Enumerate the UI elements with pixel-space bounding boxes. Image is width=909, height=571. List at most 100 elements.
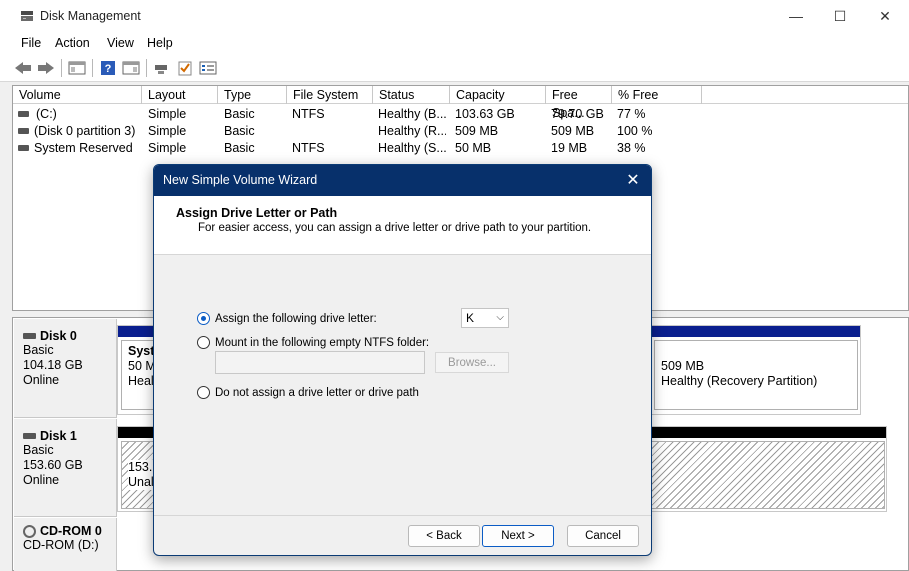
- radio-unselected-icon[interactable]: [197, 336, 210, 349]
- radio-mount-folder[interactable]: Mount in the following empty NTFS folder…: [197, 336, 429, 349]
- disk-1-label[interactable]: Disk 1 Basic 153.60 GB Online: [14, 419, 117, 517]
- cell-free-space: 79.70 GB: [551, 107, 604, 121]
- disk-size: 153.60 GB: [23, 458, 83, 472]
- partition-status: Healthy (Recovery Partition): [661, 374, 818, 388]
- cell-volume: (Disk 0 partition 3): [34, 124, 136, 138]
- cell-capacity: 509 MB: [455, 124, 499, 138]
- cancel-button[interactable]: Cancel: [567, 525, 639, 547]
- column-header-capacity[interactable]: Capacity: [450, 86, 546, 104]
- wizard-subtitle: For easier access, you can assign a driv…: [198, 222, 592, 234]
- cell-capacity: 50 MB: [455, 141, 492, 155]
- cell-volume: System Reserved: [34, 141, 133, 155]
- disk-management-icon: [21, 11, 33, 21]
- cell-percent-free: 77 %: [617, 107, 646, 121]
- column-header-file-system[interactable]: File System: [287, 86, 373, 104]
- partition-size: 509 MB: [661, 359, 705, 373]
- menu-bar: File Action View Help: [0, 32, 909, 54]
- wizard-footer: < Back Next > Cancel: [154, 515, 651, 555]
- cell-file-system: NTFS: [292, 107, 325, 121]
- cell-layout: Simple: [148, 124, 187, 138]
- table-row[interactable]: System Reserved Simple Basic NTFS Health…: [13, 140, 908, 157]
- column-header-status[interactable]: Status: [373, 86, 450, 104]
- disk-name: Disk 1: [40, 429, 77, 443]
- wizard-title: New Simple Volume Wizard: [163, 173, 318, 187]
- radio-unselected-icon[interactable]: [197, 386, 210, 399]
- cell-type: Basic: [224, 107, 255, 121]
- hard-disk-icon: [23, 333, 36, 339]
- minimize-button[interactable]: —: [773, 0, 819, 32]
- back-arrow-icon[interactable]: [14, 59, 32, 77]
- help-icon[interactable]: ?: [99, 59, 117, 77]
- cell-layout: Simple: [148, 107, 187, 121]
- next-button[interactable]: Next >: [482, 525, 554, 547]
- recovery-partition[interactable]: 509 MB Healthy (Recovery Partition): [654, 340, 858, 410]
- toolbar-separator: [92, 59, 93, 77]
- cell-free-space: 19 MB: [551, 141, 588, 155]
- radio-label: Assign the following drive letter:: [215, 312, 377, 325]
- cell-type: Basic: [224, 141, 255, 155]
- radio-assign-letter[interactable]: Assign the following drive letter:: [197, 312, 377, 325]
- toolbar: ?: [0, 54, 909, 82]
- drive-letter-select[interactable]: K ⌵: [461, 308, 509, 328]
- column-header-percent-free[interactable]: % Free: [612, 86, 702, 104]
- column-header-type[interactable]: Type: [218, 86, 287, 104]
- radio-no-letter[interactable]: Do not assign a drive letter or drive pa…: [197, 386, 419, 399]
- menu-view[interactable]: View: [107, 36, 134, 50]
- cell-status: Healthy (B...: [378, 107, 446, 121]
- connect-disk-icon[interactable]: [153, 59, 171, 77]
- disk-name: Disk 0: [40, 329, 77, 343]
- cell-file-system: NTFS: [292, 141, 325, 155]
- cell-capacity: 103.63 GB: [455, 107, 515, 121]
- toolbar-separator: [146, 59, 147, 77]
- disk-type: Basic: [23, 343, 54, 357]
- cell-volume: (C:): [36, 107, 57, 121]
- cell-status: Healthy (R...: [378, 124, 446, 138]
- hard-disk-icon: [23, 433, 36, 439]
- menu-help[interactable]: Help: [147, 36, 173, 50]
- toolbar-separator: [61, 59, 62, 77]
- mount-path-input[interactable]: [215, 351, 425, 374]
- cdrom-0-label[interactable]: CD-ROM 0 CD-ROM (D:): [14, 518, 117, 571]
- cell-free-space: 509 MB: [551, 124, 595, 138]
- column-header-layout[interactable]: Layout: [142, 86, 218, 104]
- cdrom-name: CD-ROM 0: [40, 524, 102, 538]
- column-header-free-space[interactable]: Free Spa...: [546, 86, 612, 120]
- volume-list-header: Volume Layout Type File System Status Ca…: [13, 86, 908, 120]
- disk-size: 104.18 GB: [23, 358, 83, 372]
- browse-button[interactable]: Browse...: [435, 352, 509, 373]
- title-bar: Disk Management — ☐ ✕: [0, 0, 909, 32]
- menu-file[interactable]: File: [21, 36, 41, 50]
- table-row[interactable]: (C:) Simple Basic NTFS Healthy (B... 103…: [13, 106, 908, 123]
- cell-percent-free: 38 %: [617, 141, 646, 155]
- wizard-title-bar: New Simple Volume Wizard ✕: [154, 165, 651, 196]
- checklist-icon[interactable]: [176, 59, 194, 77]
- show-hide-action-pane-icon[interactable]: [122, 59, 140, 77]
- back-button[interactable]: < Back: [408, 525, 480, 547]
- wizard-close-button[interactable]: ✕: [621, 169, 645, 191]
- new-simple-volume-wizard: New Simple Volume Wizard ✕ Assign Drive …: [153, 164, 652, 556]
- wizard-header: Assign Drive Letter or Path For easier a…: [154, 196, 651, 255]
- disk-state: Online: [23, 373, 60, 387]
- close-button[interactable]: ✕: [862, 0, 908, 32]
- forward-arrow-icon[interactable]: [37, 59, 55, 77]
- table-row[interactable]: (Disk 0 partition 3) Simple Basic Health…: [13, 123, 908, 140]
- drive-icon: [18, 145, 29, 151]
- show-hide-console-tree-icon[interactable]: [68, 59, 86, 77]
- chevron-down-icon: ⌵: [496, 312, 504, 323]
- drive-icon: [18, 128, 29, 134]
- cell-percent-free: 100 %: [617, 124, 653, 138]
- column-header-volume[interactable]: Volume: [13, 86, 142, 104]
- radio-label: Mount in the following empty NTFS folder…: [215, 336, 430, 349]
- properties-icon[interactable]: [199, 59, 217, 77]
- window-title: Disk Management: [40, 9, 141, 23]
- radio-selected-icon[interactable]: [197, 312, 210, 325]
- cdrom-detail: CD-ROM (D:): [23, 538, 99, 552]
- cell-status: Healthy (S...: [378, 141, 446, 155]
- wizard-heading: Assign Drive Letter or Path: [176, 206, 338, 220]
- radio-label: Do not assign a drive letter or drive pa…: [215, 386, 419, 399]
- menu-action[interactable]: Action: [55, 36, 90, 50]
- maximize-button[interactable]: ☐: [817, 0, 863, 32]
- disk-state: Online: [23, 473, 60, 487]
- disk-type: Basic: [23, 443, 54, 457]
- disk-0-label[interactable]: Disk 0 Basic 104.18 GB Online: [14, 319, 117, 418]
